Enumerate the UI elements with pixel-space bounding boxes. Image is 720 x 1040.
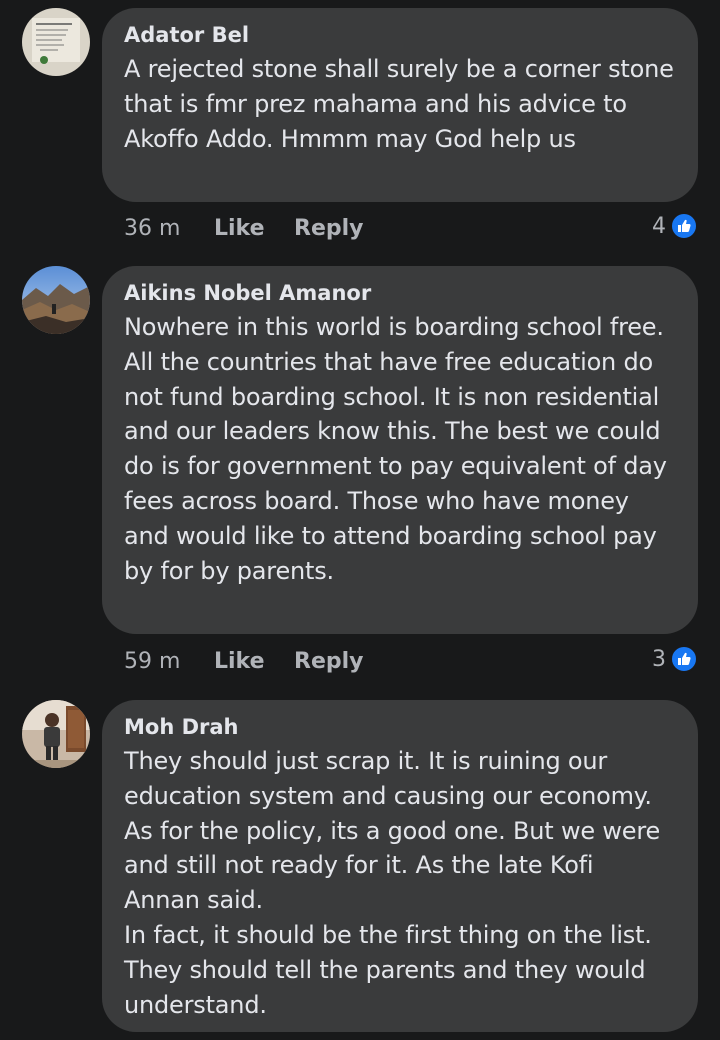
thumbs-up-icon — [670, 645, 698, 673]
comment-actions: 59 m Like Reply — [124, 646, 364, 676]
comment-bubble: Moh Drah They should just scrap it. It i… — [102, 700, 698, 1032]
comments-feed: Adator Bel A rejected stone shall surely… — [0, 0, 720, 1040]
comment-bubble: Adator Bel A rejected stone shall surely… — [102, 8, 698, 202]
avatar[interactable] — [22, 700, 90, 768]
reaction-count: 4 — [652, 213, 666, 239]
avatar-image — [22, 700, 90, 768]
comment-author[interactable]: Aikins Nobel Amanor — [124, 280, 676, 306]
avatar-image — [22, 266, 90, 334]
reaction-summary[interactable]: 4 — [652, 211, 698, 241]
avatar[interactable] — [22, 8, 90, 76]
reply-button[interactable]: Reply — [294, 649, 364, 674]
reaction-summary[interactable]: 3 — [652, 644, 698, 674]
comment-actions: 36 m Like Reply — [124, 213, 364, 243]
like-button[interactable]: Like — [214, 216, 294, 241]
comment-text: A rejected stone shall surely be a corne… — [124, 55, 674, 153]
reply-button[interactable]: Reply — [294, 216, 364, 241]
comment-author[interactable]: Adator Bel — [124, 22, 676, 48]
comment-text: Nowhere in this world is boarding school… — [124, 313, 667, 585]
like-button[interactable]: Like — [214, 649, 294, 674]
comment-timestamp[interactable]: 59 m — [124, 649, 214, 674]
avatar-image — [22, 8, 90, 76]
comment-text: They should just scrap it. It is ruining… — [124, 747, 661, 1019]
reaction-count: 3 — [652, 646, 666, 672]
comment-author[interactable]: Moh Drah — [124, 714, 676, 740]
comment-timestamp[interactable]: 36 m — [124, 216, 214, 241]
comment-bubble: Aikins Nobel Amanor Nowhere in this worl… — [102, 266, 698, 634]
thumbs-up-icon — [670, 212, 698, 240]
avatar[interactable] — [22, 266, 90, 334]
